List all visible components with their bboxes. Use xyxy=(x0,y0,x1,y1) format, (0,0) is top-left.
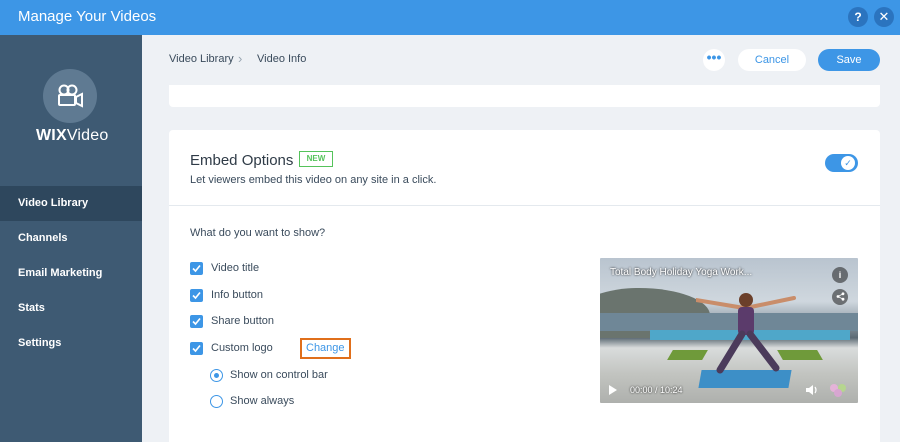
share-button-label: Share button xyxy=(211,315,274,327)
video-title-label: Video title xyxy=(211,262,260,274)
brand-light: Video xyxy=(66,127,109,144)
video-title-overlay: Total Body Holiday Yoga Work... xyxy=(610,267,753,278)
more-actions-button[interactable]: ••• xyxy=(703,49,725,71)
previous-section-card xyxy=(169,85,880,107)
video-time: 00:00 / 10:24 xyxy=(630,385,683,395)
divider xyxy=(169,205,880,206)
breadcrumb-chevron-icon: › xyxy=(238,51,243,66)
new-badge: NEW xyxy=(299,151,333,167)
sidebar-item-channels[interactable]: Channels xyxy=(0,221,142,256)
cancel-button[interactable]: Cancel xyxy=(738,49,806,71)
checkmark-icon xyxy=(192,291,201,300)
close-button[interactable]: ✕ xyxy=(874,7,894,27)
breadcrumb-video-info: Video Info xyxy=(257,53,307,65)
show-always-radio[interactable] xyxy=(210,395,223,408)
change-logo-link[interactable]: Change xyxy=(300,338,351,359)
embed-options-title: Embed Options xyxy=(190,152,294,169)
video-preview[interactable]: Total Body Holiday Yoga Work... i 00:00 … xyxy=(600,258,858,403)
show-on-control-bar-radio[interactable] xyxy=(210,369,223,382)
custom-logo-label: Custom logo xyxy=(211,342,273,354)
sidebar-item-settings[interactable]: Settings xyxy=(0,326,142,361)
video-title-checkbox[interactable] xyxy=(190,262,203,275)
sidebar: WIXVideo Video Library Channels Email Ma… xyxy=(0,35,142,442)
video-info-button[interactable]: i xyxy=(832,267,848,283)
window-title: Manage Your Videos xyxy=(18,8,157,25)
help-button[interactable]: ? xyxy=(848,7,868,27)
show-on-control-bar-label: Show on control bar xyxy=(230,369,328,381)
volume-icon[interactable] xyxy=(805,384,819,396)
breadcrumb-video-library[interactable]: Video Library xyxy=(169,53,234,65)
yoga-person-figure xyxy=(696,293,796,374)
sidebar-item-video-library[interactable]: Video Library xyxy=(0,186,142,221)
checkmark-icon xyxy=(192,264,201,273)
custom-logo-icon xyxy=(830,384,846,397)
main-content: Video Library › Video Info ••• Cancel Sa… xyxy=(142,35,900,442)
custom-logo-checkbox[interactable] xyxy=(190,342,203,355)
video-control-bar: 00:00 / 10:24 xyxy=(600,379,858,403)
title-bar: Manage Your Videos ? ✕ xyxy=(0,0,900,35)
app-logo xyxy=(43,69,97,123)
brand-name: WIXVideo xyxy=(36,127,108,145)
embed-toggle[interactable]: ✓ xyxy=(825,154,858,172)
play-icon[interactable] xyxy=(609,385,617,395)
video-camera-icon xyxy=(58,84,83,108)
checkmark-icon xyxy=(192,344,201,353)
sidebar-nav: Video Library Channels Email Marketing S… xyxy=(0,186,142,361)
show-always-label: Show always xyxy=(230,395,295,407)
checkmark-icon xyxy=(192,317,201,326)
sidebar-item-email-marketing[interactable]: Email Marketing xyxy=(0,256,142,291)
info-button-checkbox[interactable] xyxy=(190,289,203,302)
share-button-checkbox[interactable] xyxy=(190,315,203,328)
check-icon: ✓ xyxy=(841,156,855,170)
sidebar-item-stats[interactable]: Stats xyxy=(0,291,142,326)
show-question: What do you want to show? xyxy=(190,227,326,239)
info-button-label: Info button xyxy=(211,289,263,301)
embed-options-subtitle: Let viewers embed this video on any site… xyxy=(190,174,437,186)
save-button[interactable]: Save xyxy=(818,49,880,71)
top-bar: Video Library › Video Info ••• Cancel Sa… xyxy=(142,35,900,85)
embed-options-card: Embed Options NEW Let viewers embed this… xyxy=(169,130,880,442)
brand-bold: WIX xyxy=(36,127,67,144)
share-icon[interactable] xyxy=(832,289,848,305)
